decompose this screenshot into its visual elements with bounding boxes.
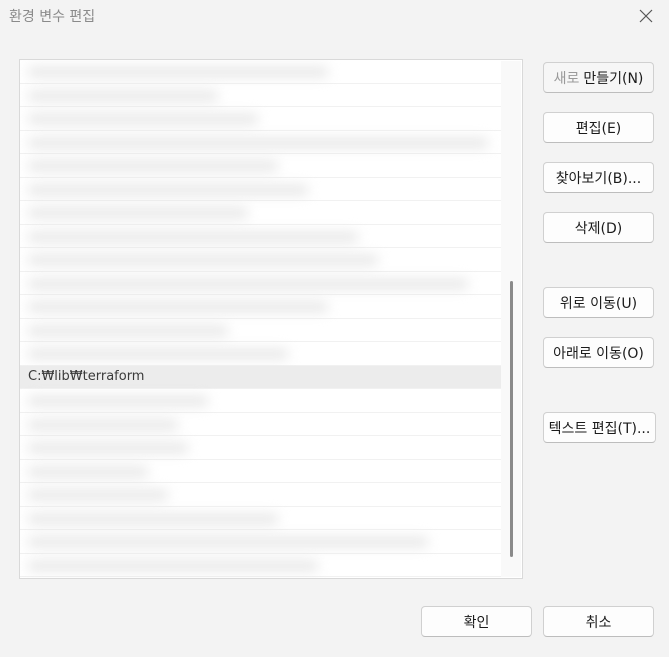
obscured-text (28, 349, 288, 359)
obscured-text (28, 278, 468, 289)
list-item[interactable] (20, 319, 502, 342)
ok-button[interactable]: 확인 (421, 606, 532, 637)
edit-text-button[interactable]: 텍스트 편집(T)... (543, 412, 656, 443)
close-icon (639, 9, 653, 23)
edit-button-label: 편집(E) (575, 120, 622, 137)
obscured-text (28, 396, 208, 406)
list-item[interactable] (20, 342, 502, 366)
vertical-scrollbar[interactable] (501, 61, 521, 577)
obscured-text (28, 114, 258, 124)
list-item[interactable] (20, 84, 502, 107)
list-item[interactable] (20, 554, 502, 577)
list-item[interactable] (20, 107, 502, 131)
list-item[interactable] (20, 154, 502, 178)
close-button[interactable] (623, 0, 669, 32)
list-item[interactable] (20, 436, 502, 460)
new-button-label: 만들기(N) (583, 70, 644, 87)
obscured-text (28, 137, 488, 148)
list-item[interactable] (20, 507, 502, 530)
edit-text-button-label: 텍스트 편집(T)... (548, 420, 651, 437)
new-button[interactable]: 새로 만들기(N) (543, 62, 654, 93)
obscured-text (28, 419, 178, 430)
obscured-text (28, 302, 328, 312)
obscured-text (28, 208, 248, 218)
list-item[interactable] (20, 483, 502, 507)
list-item-selected[interactable]: C:₩lib₩terraform (20, 365, 502, 389)
delete-button-label: 삭제(D) (574, 220, 623, 237)
path-list-rows: C:₩lib₩terraform (20, 60, 502, 577)
obscured-text (28, 490, 168, 500)
move-down-button[interactable]: 아래로 이동(O) (543, 337, 654, 368)
scrollbar-thumb[interactable] (510, 281, 513, 557)
list-item[interactable] (20, 272, 502, 295)
window-title: 환경 변수 편집 (9, 9, 96, 25)
cancel-button[interactable]: 취소 (543, 606, 654, 637)
list-item[interactable] (20, 530, 502, 554)
list-item[interactable] (20, 178, 502, 201)
obscured-text (28, 513, 278, 524)
move-down-button-label: 아래로 이동(O) (553, 345, 644, 362)
list-item[interactable] (20, 60, 502, 84)
browse-button-label: 찾아보기(B)... (555, 170, 642, 187)
list-item[interactable] (20, 131, 502, 154)
list-item[interactable] (20, 389, 502, 413)
list-item[interactable] (20, 201, 502, 225)
list-item[interactable] (20, 248, 502, 272)
obscured-text (28, 184, 308, 195)
obscured-text (28, 325, 228, 336)
obscured-text (28, 67, 328, 77)
obscured-text (28, 255, 378, 265)
move-up-button[interactable]: 위로 이동(U) (543, 287, 654, 318)
obscured-text (28, 560, 318, 571)
obscured-text (28, 466, 148, 477)
browse-button[interactable]: 찾아보기(B)... (543, 162, 654, 193)
path-list[interactable]: C:₩lib₩terraform (19, 59, 523, 579)
cancel-button-label: 취소 (585, 614, 612, 631)
list-item[interactable] (20, 295, 502, 319)
selected-path-text: C:₩lib₩terraform (28, 368, 145, 384)
obscured-text (28, 443, 188, 453)
edit-button[interactable]: 편집(E) (543, 112, 654, 143)
obscured-text (28, 231, 358, 242)
obscured-text (28, 90, 218, 101)
list-item[interactable] (20, 460, 502, 483)
list-item[interactable] (20, 413, 502, 436)
obscured-text (28, 537, 428, 547)
title-bar: 환경 변수 편집 (0, 0, 669, 34)
move-up-button-label: 위로 이동(U) (559, 295, 638, 312)
delete-button[interactable]: 삭제(D) (543, 212, 654, 243)
new-button-prefix: 새로 (553, 70, 580, 87)
obscured-text (28, 161, 278, 171)
ok-button-label: 확인 (463, 614, 490, 631)
list-item[interactable] (20, 225, 502, 248)
